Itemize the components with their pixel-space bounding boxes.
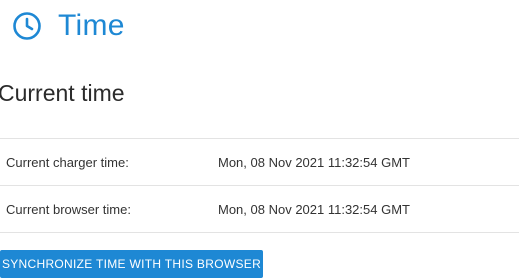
browser-time-value: Mon, 08 Nov 2021 11:32:54 GMT: [218, 201, 410, 217]
section-title: Current time: [0, 80, 125, 106]
synchronize-time-button[interactable]: SYNCHRONIZE TIME WITH THIS BROWSER: [0, 250, 263, 278]
page-header: Time: [12, 6, 125, 46]
browser-time-row: Current browser time: Mon, 08 Nov 2021 1…: [0, 186, 519, 233]
clock-icon: [12, 11, 42, 41]
charger-time-row: Current charger time: Mon, 08 Nov 2021 1…: [0, 138, 519, 186]
page-title: Time: [58, 9, 125, 42]
time-table: Current charger time: Mon, 08 Nov 2021 1…: [0, 138, 519, 233]
charger-time-label: Current charger time:: [6, 154, 129, 170]
charger-time-value: Mon, 08 Nov 2021 11:32:54 GMT: [218, 154, 410, 170]
browser-time-label: Current browser time:: [6, 201, 131, 217]
